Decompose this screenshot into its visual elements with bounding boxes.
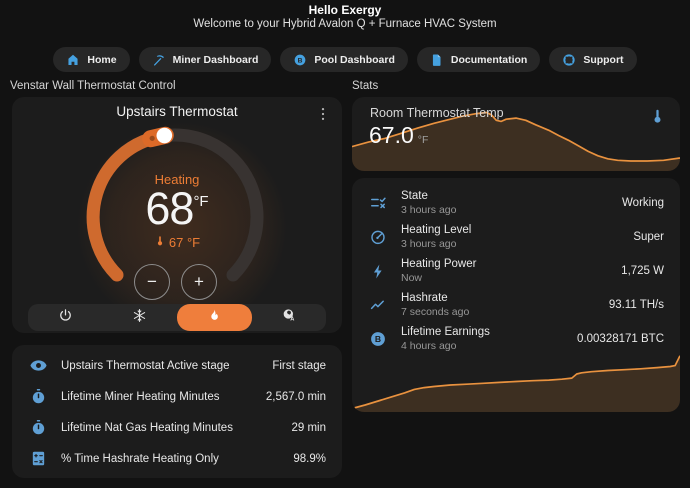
timer-icon: [28, 419, 48, 436]
mode-fan-auto-button[interactable]: A: [252, 304, 327, 331]
pool-bitcoin-icon: B: [293, 53, 307, 67]
stat-value: Super: [633, 231, 664, 243]
list-status-icon: [368, 194, 388, 213]
section-title-thermostat: Venstar Wall Thermostat Control: [10, 80, 176, 92]
room-temp-value: 67.0 °F: [369, 122, 428, 149]
snowflake-icon: [132, 308, 147, 328]
stat-row-state[interactable]: State 3 hours ago Working: [352, 186, 680, 220]
thermostat-stats-card: Upstairs Thermostat Active stage First s…: [12, 345, 342, 478]
page-subtitle: Welcome to your Hybrid Avalon Q + Furnac…: [0, 18, 690, 30]
earnings-sparkline: [352, 354, 680, 412]
home-icon: [66, 53, 80, 67]
current-temp-value: 68: [145, 183, 193, 234]
room-temp-number: 67.0: [369, 122, 414, 149]
stat-label: % Time Hashrate Heating Only: [61, 453, 293, 465]
temp-increase-button[interactable]: +: [181, 264, 217, 300]
mode-cool-button[interactable]: [103, 304, 178, 331]
thermostat-target-temp: 67 °F: [12, 235, 342, 250]
stat-time: Now: [401, 272, 621, 286]
svg-text:B: B: [375, 334, 381, 344]
power-icon: [58, 308, 73, 328]
stat-row-hashrate-heating-pct[interactable]: % Time Hashrate Heating Only 98.9%: [12, 443, 342, 474]
stat-value: 2,567.0 min: [266, 391, 326, 403]
fire-icon: [207, 308, 222, 328]
room-temp-unit: °F: [418, 134, 429, 146]
stat-value: 1,725 W: [621, 265, 664, 277]
stat-value: Working: [622, 197, 664, 209]
miner-stats-card: State 3 hours ago Working Heating Level …: [352, 178, 680, 412]
stat-label: Upstairs Thermostat Active stage: [61, 360, 272, 372]
nav-support-label: Support: [583, 54, 623, 66]
stat-label: Heating Level: [401, 223, 633, 238]
file-document-icon: [430, 53, 444, 67]
hvac-mode-row: A: [28, 304, 326, 331]
timer-icon: [28, 388, 48, 405]
stat-time: 3 hours ago: [401, 238, 633, 252]
stat-label: Lifetime Earnings: [401, 325, 577, 340]
stat-row-active-stage[interactable]: Upstairs Thermostat Active stage First s…: [12, 350, 342, 381]
thermostat-current-temp: 68°F: [12, 183, 342, 235]
nav-miner-dashboard[interactable]: Miner Dashboard: [139, 47, 272, 72]
thermostat-card: Upstairs Thermostat Heating 6: [12, 97, 342, 333]
target-temp-value: 67 °F: [169, 235, 200, 250]
chart-line-icon: [368, 296, 388, 314]
section-title-stats: Stats: [352, 80, 378, 92]
eye-icon: [28, 356, 48, 375]
nav-home[interactable]: Home: [53, 47, 129, 72]
pickaxe-icon: [152, 53, 166, 67]
nav-bar: Home Miner Dashboard B Pool Dashboard Do…: [0, 47, 690, 72]
stat-row-miner-minutes[interactable]: Lifetime Miner Heating Minutes 2,567.0 m…: [12, 381, 342, 412]
stat-value: 0.00328171 BTC: [577, 333, 664, 345]
nav-documentation[interactable]: Documentation: [417, 47, 540, 72]
nav-pool-dashboard-label: Pool Dashboard: [314, 54, 395, 66]
stat-time: 7 seconds ago: [401, 306, 609, 320]
svg-text:A: A: [290, 317, 294, 323]
thermometer-small-icon: [154, 235, 166, 250]
temp-decrease-button[interactable]: −: [134, 264, 170, 300]
stat-row-lifetime-earnings[interactable]: B Lifetime Earnings 4 hours ago 0.003281…: [352, 322, 680, 356]
stat-row-heating-level[interactable]: Heating Level 3 hours ago Super: [352, 220, 680, 254]
bitcoin-circle-icon: B: [368, 330, 388, 348]
mode-off-button[interactable]: [28, 304, 103, 331]
lifebuoy-icon: [562, 53, 576, 67]
current-temp-unit: °F: [193, 193, 208, 210]
stat-value: 98.9%: [293, 453, 326, 465]
stat-value: First stage: [272, 360, 326, 372]
stat-row-hashrate[interactable]: Hashrate 7 seconds ago 93.11 TH/s: [352, 288, 680, 322]
nav-support[interactable]: Support: [549, 47, 636, 72]
stat-row-natgas-minutes[interactable]: Lifetime Nat Gas Heating Minutes 29 min: [12, 412, 342, 443]
nav-miner-dashboard-label: Miner Dashboard: [173, 54, 259, 66]
stat-label: State: [401, 189, 622, 204]
stat-time: 3 hours ago: [401, 204, 622, 218]
thermometer-icon: [649, 108, 666, 130]
stat-label: Lifetime Miner Heating Minutes: [61, 391, 266, 403]
stat-label: Hashrate: [401, 291, 609, 306]
flash-icon: [368, 263, 388, 280]
calculator-icon: [28, 450, 48, 467]
page-title: Hello Exergy: [0, 3, 690, 17]
stat-row-heating-power[interactable]: Heating Power Now 1,725 W: [352, 254, 680, 288]
nav-home-label: Home: [87, 54, 116, 66]
stat-label: Lifetime Nat Gas Heating Minutes: [61, 422, 291, 434]
room-temp-title: Room Thermostat Temp: [370, 106, 504, 120]
stat-value: 29 min: [291, 422, 326, 434]
nav-documentation-label: Documentation: [451, 54, 527, 66]
mode-heat-button[interactable]: [177, 304, 252, 331]
stat-label: Heating Power: [401, 257, 621, 272]
fan-auto-icon: A: [281, 307, 297, 328]
room-temp-card[interactable]: Room Thermostat Temp 67.0 °F: [352, 97, 680, 171]
svg-text:B: B: [298, 57, 303, 64]
gauge-icon: [368, 228, 388, 246]
dashboard-page: Hello Exergy Welcome to your Hybrid Aval…: [0, 0, 690, 488]
stat-value: 93.11 TH/s: [609, 299, 664, 311]
nav-pool-dashboard[interactable]: B Pool Dashboard: [280, 47, 408, 72]
stat-time: 4 hours ago: [401, 340, 577, 354]
